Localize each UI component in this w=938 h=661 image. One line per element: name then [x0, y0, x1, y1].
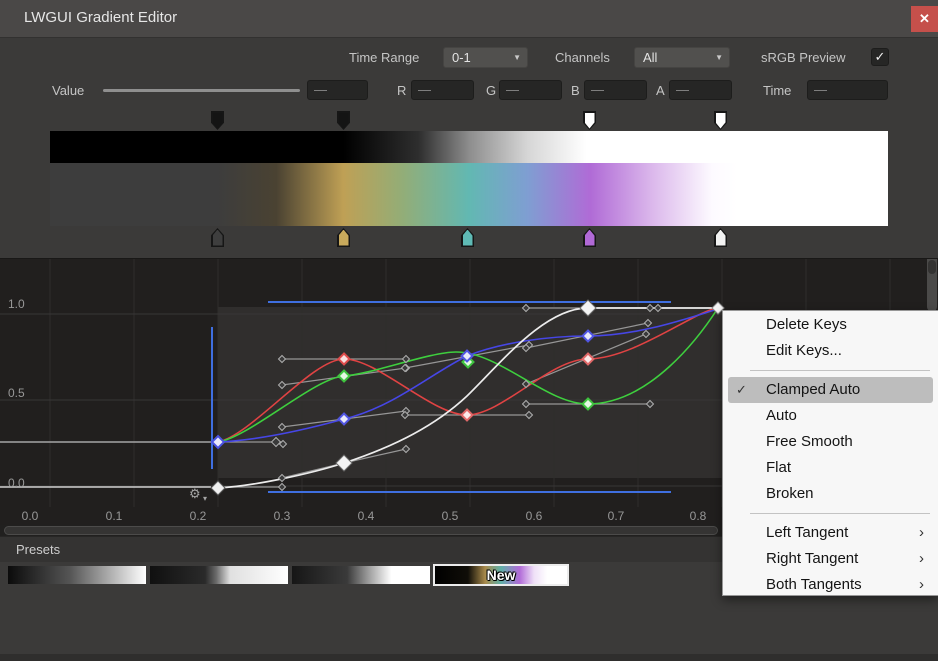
g-label: G — [486, 83, 496, 98]
menu-item-label: Broken — [766, 485, 814, 502]
new-preset-label: New — [487, 567, 516, 583]
x-tick-label: 0.4 — [348, 509, 384, 523]
preset-swatch[interactable] — [292, 566, 430, 584]
value-slider[interactable] — [103, 89, 300, 92]
alpha-start-key[interactable] — [211, 481, 225, 495]
menu-item-label: Flat — [766, 459, 791, 476]
vertical-scrollbar-thumb[interactable] — [928, 260, 936, 274]
r-label: R — [397, 83, 406, 98]
value-label: Value — [52, 83, 84, 98]
x-tick-label: 0.7 — [598, 509, 634, 523]
preset-swatch[interactable] — [150, 566, 288, 584]
x-tick-label: 0.5 — [432, 509, 468, 523]
menu-item-broken[interactable]: Broken — [723, 481, 938, 507]
menu-item-label: Left Tangent — [766, 524, 848, 541]
alpha-preview-strip[interactable] — [50, 131, 888, 163]
x-tick-label: 0.3 — [264, 509, 300, 523]
x-tick-label: 0.1 — [96, 509, 132, 523]
preset-swatch[interactable] — [8, 566, 146, 584]
y-tick-label: 0.0 — [8, 476, 38, 490]
menu-item-delete-keys[interactable]: Delete Keys — [723, 312, 938, 338]
color-key-marker[interactable] — [461, 228, 474, 247]
x-tick-label: 0.2 — [180, 509, 216, 523]
close-button[interactable]: ✕ — [911, 6, 938, 32]
menu-item-right-tangent[interactable]: Right Tangent › — [723, 546, 938, 572]
new-preset-button[interactable]: New — [433, 564, 569, 586]
menu-item-label: Right Tangent — [766, 550, 858, 567]
menu-item-label: Both Tangents — [766, 576, 862, 593]
channels-dropdown[interactable]: All ▼ — [634, 47, 730, 68]
time-field[interactable]: — — [807, 80, 888, 100]
horizontal-scrollbar-thumb[interactable] — [4, 526, 718, 535]
alpha-key-marker[interactable] — [337, 111, 350, 130]
menu-item-label: Delete Keys — [766, 316, 847, 333]
menu-separator — [750, 513, 930, 514]
window-title: LWGUI Gradient Editor — [24, 9, 177, 26]
color-key-marker[interactable] — [337, 228, 350, 247]
y-tick-label: 1.0 — [8, 297, 38, 311]
srgb-preview-checkbox[interactable]: ✓ — [871, 48, 889, 66]
r-field[interactable]: — — [411, 80, 474, 100]
chevron-down-icon: ▼ — [715, 54, 723, 62]
submenu-arrow-icon: › — [919, 546, 924, 572]
menu-separator — [750, 370, 930, 371]
submenu-arrow-icon: › — [919, 572, 924, 598]
vertical-scrollbar[interactable] — [927, 259, 937, 311]
menu-item-label: Clamped Auto — [766, 381, 860, 398]
time-range-label: Time Range — [349, 50, 419, 65]
color-preview-strip[interactable] — [50, 163, 888, 226]
gear-dropdown-arrow-icon[interactable]: ▾ — [203, 494, 207, 503]
value-field[interactable]: — — [307, 80, 368, 100]
alpha-key-marker[interactable] — [583, 111, 596, 130]
time-range-dropdown[interactable]: 0-1 ▼ — [443, 47, 528, 68]
chevron-down-icon: ▼ — [513, 54, 521, 62]
alpha-key-marker[interactable] — [714, 111, 727, 130]
menu-item-label: Free Smooth — [766, 433, 853, 450]
menu-item-auto[interactable]: Auto — [723, 403, 938, 429]
b-label: B — [571, 83, 580, 98]
g-field[interactable]: — — [499, 80, 562, 100]
menu-item-edit-keys[interactable]: Edit Keys... — [723, 338, 938, 364]
channels-value: All — [643, 50, 657, 65]
context-menu: Delete Keys Edit Keys... ✓ Clamped Auto … — [722, 310, 938, 596]
submenu-arrow-icon: › — [919, 520, 924, 546]
title-bar: LWGUI Gradient Editor ✕ — [0, 0, 938, 38]
x-tick-label: 0.6 — [516, 509, 552, 523]
y-tick-label: 0.5 — [8, 386, 38, 400]
gradient-preview-bar[interactable] — [50, 131, 888, 226]
a-field[interactable]: — — [669, 80, 732, 100]
gear-icon[interactable]: ⚙ — [189, 486, 201, 502]
presets-title: Presets — [16, 542, 60, 557]
x-tick-label: 0.8 — [680, 509, 716, 523]
x-tick-label: 0.0 — [12, 509, 48, 523]
menu-item-flat[interactable]: Flat — [723, 455, 938, 481]
menu-item-both-tangents[interactable]: Both Tangents › — [723, 572, 938, 598]
channels-label: Channels — [555, 50, 610, 65]
a-label: A — [656, 83, 665, 98]
menu-item-clamped-auto[interactable]: ✓ Clamped Auto — [728, 377, 933, 403]
window-bottom-edge — [0, 654, 938, 661]
menu-item-label: Auto — [766, 407, 797, 424]
srgb-preview-label: sRGB Preview — [761, 50, 846, 65]
color-key-marker[interactable] — [714, 228, 727, 247]
color-key-marker[interactable] — [583, 228, 596, 247]
menu-item-free-smooth[interactable]: Free Smooth — [723, 429, 938, 455]
alpha-key-marker[interactable] — [211, 111, 224, 130]
gradient-editor-window: LWGUI Gradient Editor ✕ Time Range 0-1 ▼… — [0, 0, 938, 661]
b-field[interactable]: — — [584, 80, 647, 100]
menu-item-label: Edit Keys... — [766, 342, 842, 359]
menu-item-left-tangent[interactable]: Left Tangent › — [723, 520, 938, 546]
time-label: Time — [763, 83, 791, 98]
check-icon: ✓ — [736, 377, 747, 403]
color-key-marker[interactable] — [211, 228, 224, 247]
time-range-value: 0-1 — [452, 50, 471, 65]
